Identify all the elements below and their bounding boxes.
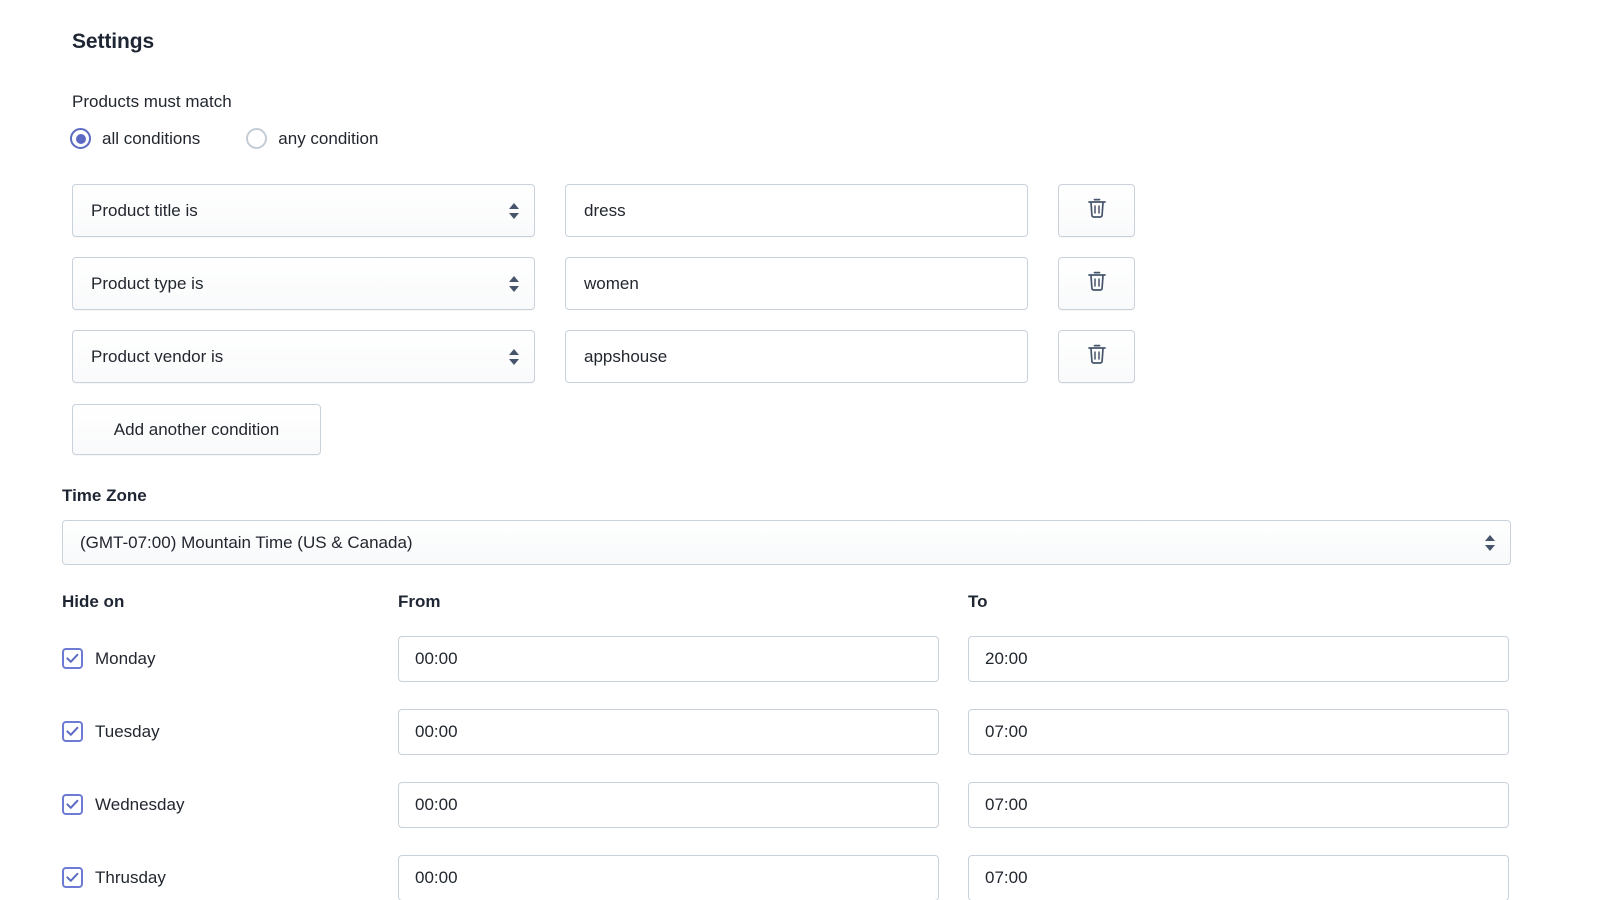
day-label-wednesday: Wednesday [95,794,185,814]
delete-condition-button-2[interactable] [1058,257,1135,310]
hide-schedule-table: Hide on From To Monday Tuesday [62,592,1511,900]
conditions-list: Product title is Product type is [72,184,1152,403]
from-time-input-thrusday[interactable] [398,854,939,900]
schedule-row-monday: Monday [62,622,1511,695]
to-time-input-monday[interactable] [968,635,1509,682]
products-must-match-label: Products must match [72,92,232,111]
time-zone-label: Time Zone [62,486,147,505]
schedule-header-row: Hide on From To [62,592,1511,622]
condition-field-value-2: Product type is [91,273,204,293]
radio-option-all-conditions[interactable]: all conditions [70,128,200,149]
schedule-row-wednesday: Wednesday [62,768,1511,841]
condition-value-input-3[interactable] [565,330,1028,383]
add-another-condition-button[interactable]: Add another condition [72,404,321,455]
condition-row: Product vendor is [72,330,1152,383]
schedule-row-tuesday: Tuesday [62,695,1511,768]
radio-any-condition-input[interactable] [246,128,268,149]
page-title: Settings [72,30,155,53]
checkbox-thrusday[interactable] [62,867,83,888]
match-mode-radio-group: all conditions any condition [70,128,378,149]
condition-value-input-2[interactable] [565,257,1028,310]
checkbox-tuesday[interactable] [62,721,83,742]
condition-field-select-2[interactable]: Product type is [72,257,535,310]
trash-icon [1087,343,1107,370]
time-zone-select[interactable]: (GMT-07:00) Mountain Time (US & Canada) [62,520,1511,565]
radio-any-condition-label: any condition [278,128,379,148]
radio-all-conditions-input[interactable] [70,128,91,149]
column-header-hide-on: Hide on [62,592,125,611]
time-zone-value: (GMT-07:00) Mountain Time (US & Canada) [80,532,413,552]
chevron-updown-icon [509,202,519,219]
checkbox-monday[interactable] [62,648,83,669]
column-header-from: From [398,592,441,611]
to-time-input-thrusday[interactable] [968,854,1509,900]
to-time-input-wednesday[interactable] [968,781,1509,828]
settings-page: Settings Products must match all conditi… [0,0,1600,900]
checkbox-wednesday[interactable] [62,794,83,815]
radio-option-any-condition[interactable]: any condition [246,128,378,149]
from-time-input-tuesday[interactable] [398,708,939,755]
trash-icon [1087,270,1107,297]
condition-row: Product title is [72,184,1152,237]
condition-row: Product type is [72,257,1152,310]
condition-field-value-1: Product title is [91,200,198,220]
trash-icon [1087,197,1107,224]
day-label-monday: Monday [95,648,156,668]
to-time-input-tuesday[interactable] [968,708,1509,755]
schedule-row-thrusday: Thrusday [62,841,1511,900]
from-time-input-monday[interactable] [398,635,939,682]
delete-condition-button-3[interactable] [1058,330,1135,383]
column-header-to: To [968,592,988,611]
chevron-updown-icon [1485,534,1495,551]
condition-field-value-3: Product vendor is [91,346,224,366]
condition-field-select-3[interactable]: Product vendor is [72,330,535,383]
delete-condition-button-1[interactable] [1058,184,1135,237]
chevron-updown-icon [509,348,519,365]
day-label-tuesday: Tuesday [95,721,160,741]
from-time-input-wednesday[interactable] [398,781,939,828]
day-label-thrusday: Thrusday [95,867,166,887]
radio-all-conditions-label: all conditions [102,128,201,148]
condition-value-input-1[interactable] [565,184,1028,237]
chevron-updown-icon [509,275,519,292]
condition-field-select-1[interactable]: Product title is [72,184,535,237]
